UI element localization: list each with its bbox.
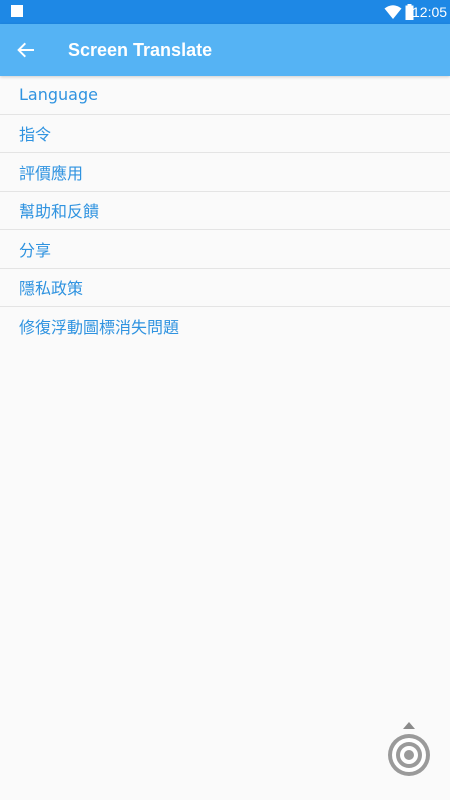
arrow-back-icon: [17, 42, 34, 58]
status-time: 12:05: [412, 4, 448, 20]
status-bar: 12:05: [0, 0, 450, 24]
app-bar: Screen Translate: [0, 24, 450, 76]
notification-square-icon: [11, 5, 23, 17]
settings-menu-list: Language 指令 評價應用 幫助和反饋 分享 隱私政策 修復浮動圖標消失問…: [0, 76, 450, 346]
menu-item-language[interactable]: Language: [0, 76, 450, 115]
menu-item-label: 分享: [19, 240, 52, 260]
menu-item-share[interactable]: 分享: [0, 230, 450, 269]
menu-item-label: 幫助和反饋: [19, 202, 100, 222]
floating-translate-widget[interactable]: [386, 722, 432, 778]
wifi-icon: [384, 5, 402, 19]
menu-item-label: Language: [19, 85, 98, 105]
menu-item-label: 指令: [19, 125, 52, 145]
menu-item-instructions[interactable]: 指令: [0, 115, 450, 153]
menu-item-label: 評價應用: [19, 163, 84, 183]
page-title: Screen Translate: [68, 40, 213, 60]
menu-item-rate-app[interactable]: 評價應用: [0, 153, 450, 192]
target-rings-icon: [388, 722, 430, 776]
menu-item-privacy-policy[interactable]: 隱私政策: [0, 269, 450, 307]
back-button[interactable]: [10, 34, 42, 66]
menu-item-fix-floating-icon[interactable]: 修復浮動圖標消失問題: [0, 307, 450, 346]
menu-item-label: 隱私政策: [19, 279, 84, 299]
menu-item-label: 修復浮動圖標消失問題: [19, 318, 180, 338]
menu-item-help-feedback[interactable]: 幫助和反饋: [0, 192, 450, 230]
